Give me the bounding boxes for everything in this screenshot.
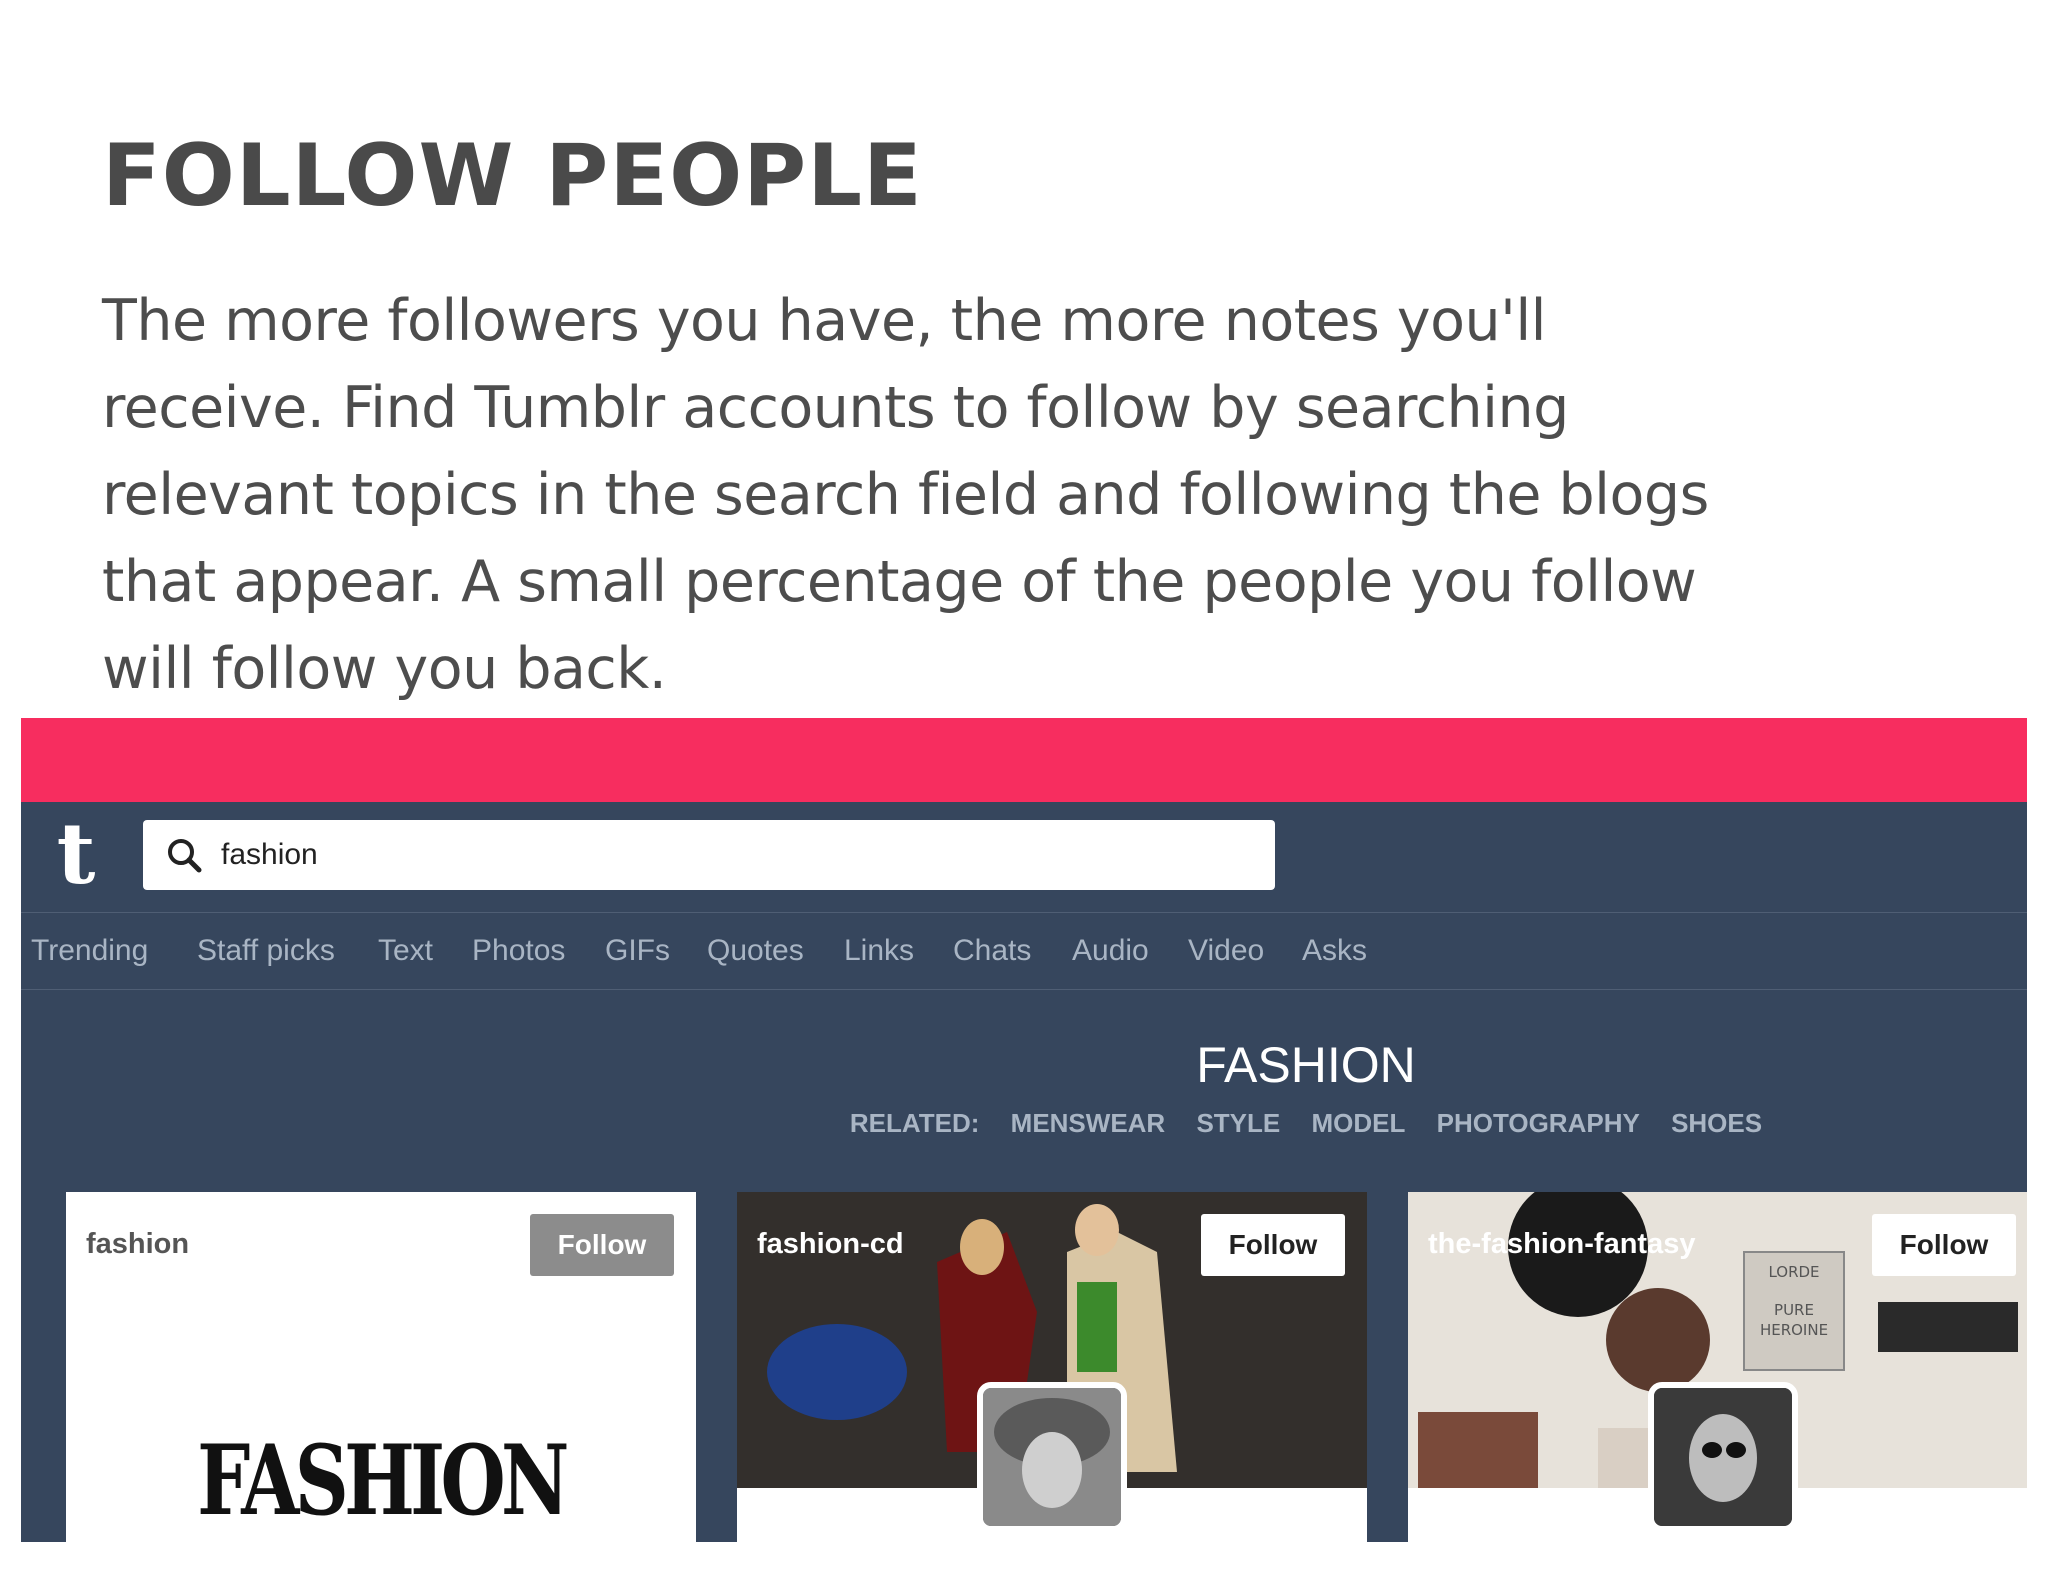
poster-text: LORDE PURE HEROINE [1759, 1263, 1829, 1339]
related-label: RELATED: [849, 1108, 980, 1138]
blog-card-fashion-cd[interactable]: fashion-cd Follow [737, 1192, 1367, 1542]
tab-chats[interactable]: Chats [953, 934, 1031, 968]
related-tag-style[interactable]: STYLE [1196, 1108, 1280, 1138]
follow-button[interactable]: Follow [530, 1214, 674, 1276]
category-title: FASHION [1196, 1037, 1416, 1093]
related-tag-shoes[interactable]: SHOES [1671, 1108, 1762, 1138]
follow-button[interactable]: Follow [1201, 1214, 1345, 1276]
avatar-image [983, 1388, 1121, 1526]
fashion-on-tumblr-logo: FASHION [197, 1424, 569, 1537]
blog-card-the-fashion-fantasy[interactable]: LORDE PURE HEROINE the-fashion-fantasy F… [1408, 1192, 2027, 1542]
tumblr-logo-icon[interactable]: t [41, 812, 111, 896]
tab-staff-picks[interactable]: Staff picks [197, 934, 335, 968]
tab-text[interactable]: Text [378, 934, 433, 968]
blog-avatar[interactable] [977, 1382, 1127, 1532]
tab-audio[interactable]: Audio [1072, 934, 1149, 968]
blog-name[interactable]: the-fashion-fantasy [1428, 1228, 1695, 1261]
blog-name[interactable]: fashion [86, 1228, 189, 1261]
avatar-image [1654, 1388, 1792, 1526]
search-bar[interactable] [143, 820, 1275, 890]
search-icon [168, 839, 202, 873]
tab-trending[interactable]: Trending [31, 934, 148, 968]
related-tag-photography[interactable]: PHOTOGRAPHY [1437, 1108, 1640, 1138]
search-input[interactable] [219, 837, 1223, 873]
related-tag-menswear[interactable]: MENSWEAR [1011, 1108, 1166, 1138]
tumblr-screenshot: t Trending Staff picks Text Photos GIFs … [21, 718, 2027, 1542]
tab-quotes[interactable]: Quotes [707, 934, 804, 968]
follow-button[interactable]: Follow [1872, 1214, 2016, 1276]
pink-banner [21, 718, 2027, 802]
related-tag-model[interactable]: MODEL [1311, 1108, 1405, 1138]
intro-paragraph: The more followers you have, the more no… [102, 288, 1709, 702]
blog-avatar[interactable] [1648, 1382, 1798, 1532]
page-heading: FOLLOW PEOPLE [102, 126, 923, 226]
related-tags: RELATED: MENSWEAR STYLE MODEL PHOTOGRAPH… [21, 1108, 2027, 1139]
tab-video[interactable]: Video [1188, 934, 1264, 968]
tab-photos[interactable]: Photos [472, 934, 565, 968]
tab-asks[interactable]: Asks [1302, 934, 1367, 968]
blog-card-fashion[interactable]: fashion Follow FASHION [66, 1192, 696, 1542]
blog-name[interactable]: fashion-cd [757, 1228, 904, 1261]
tab-links[interactable]: Links [844, 934, 914, 968]
tab-gifs[interactable]: GIFs [605, 934, 670, 968]
post-type-tabs: Trending Staff picks Text Photos GIFs Qu… [21, 912, 2027, 990]
